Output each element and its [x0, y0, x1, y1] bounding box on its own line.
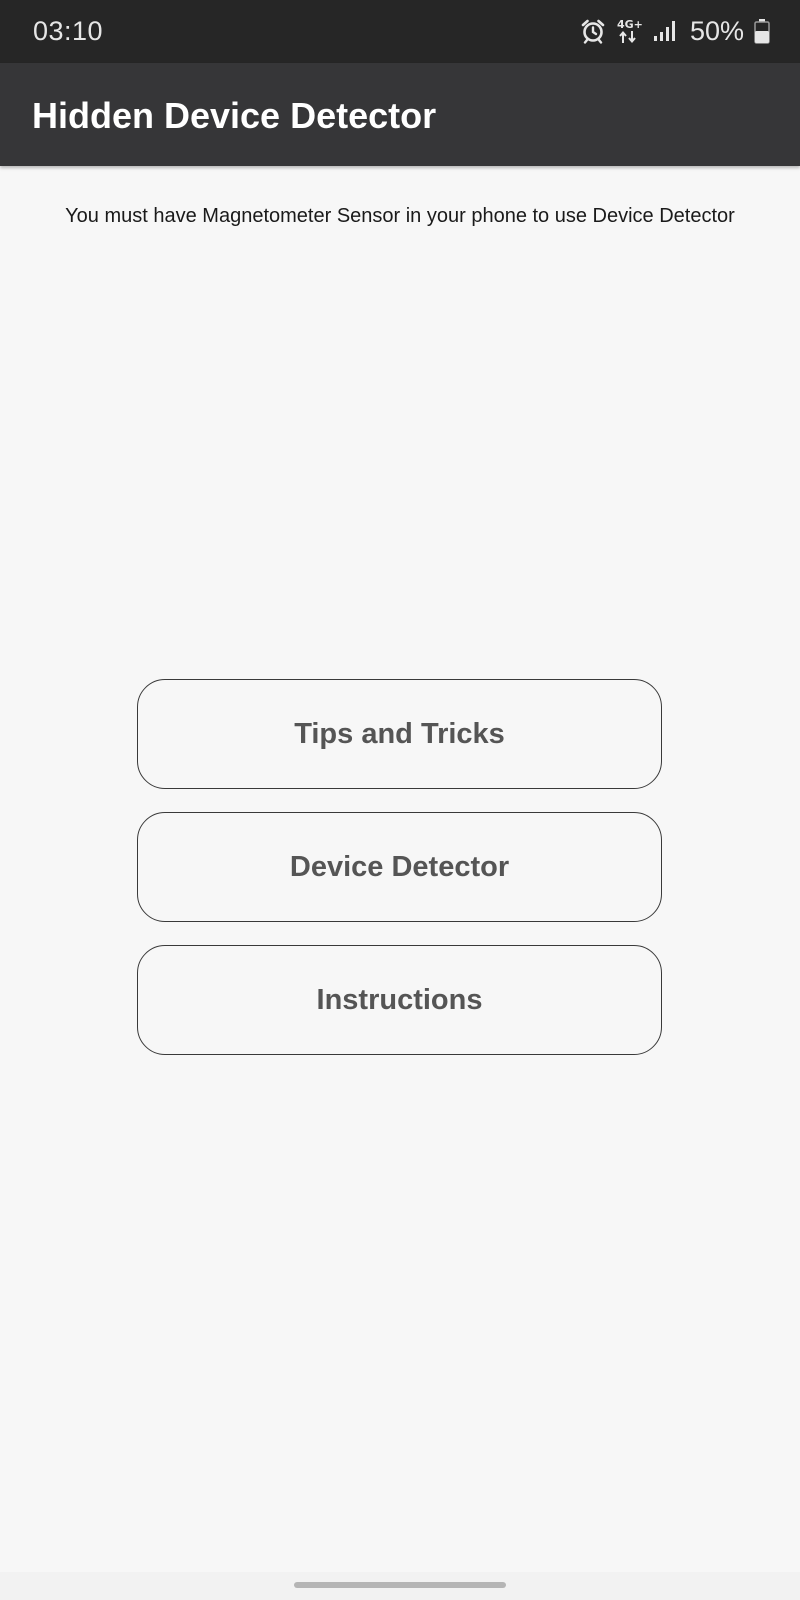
sensor-notice: You must have Magnetometer Sensor in you… — [65, 205, 735, 227]
svg-text:4G+: 4G+ — [617, 18, 642, 31]
app-title: Hidden Device Detector — [32, 95, 437, 136]
navigation-bar — [0, 1572, 800, 1600]
instructions-button[interactable]: Instructions — [137, 945, 662, 1055]
alarm-icon — [580, 18, 606, 44]
status-time: 03:10 — [33, 16, 104, 46]
status-icons: 4G+ 50% — [580, 14, 770, 48]
device-detector-button[interactable]: Device Detector — [137, 812, 662, 922]
battery-percent: 50% — [689, 15, 744, 46]
tips-and-tricks-button[interactable]: Tips and Tricks — [137, 679, 662, 789]
signal-icon — [652, 19, 676, 43]
network-4g-icon: 4G+ — [616, 17, 642, 45]
home-gesture-handle[interactable] — [294, 1582, 506, 1588]
app-bar: Hidden Device Detector — [0, 63, 800, 166]
status-bar: 03:10 4G+ 50% — [0, 0, 800, 63]
battery-icon — [754, 18, 770, 44]
